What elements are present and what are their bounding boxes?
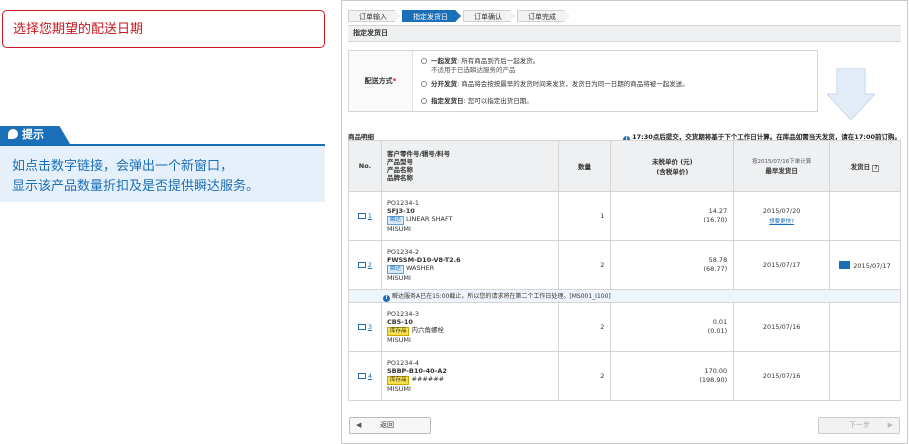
row-number-link[interactable]: 3 (348, 302, 382, 352)
stock-badge: 库存品 (386, 327, 410, 336)
ship-date-cell[interactable] (829, 351, 901, 401)
tip-icon (8, 129, 18, 139)
price-cell: 14.27 (16.70) (610, 191, 735, 241)
option-ship-together[interactable]: 一起发货: 所有商品到齐后一起发货。 不适用于已选瞬达服务的产品 (421, 57, 539, 75)
header-ship-date: 发货日 ? (829, 140, 901, 192)
qty-cell: 2 (557, 240, 612, 290)
step-order-complete: 订单完成 (517, 10, 569, 22)
tip-label: 提示 (22, 128, 44, 141)
new-window-icon (357, 262, 366, 268)
notice-text: i 瞬达服务A已在15:00截止，所以您的请求将在第二个工作日处理。[MS001_… (348, 289, 901, 303)
right-arrow-icon: ▶ (887, 421, 893, 429)
table-row: 4 PO1234-4 SBBP-B10-40-A2 库存品 ###### MISU… (348, 351, 901, 401)
next-button[interactable]: 下一步 ▶ (818, 417, 900, 434)
row-number-link[interactable]: 2 (348, 240, 382, 290)
tip-line-1: 如点击数字链接，会弹出一个新窗口， (12, 159, 234, 174)
option-sub-note: 不适用于已选瞬达服务的产品 (431, 66, 516, 74)
ship-date-cell[interactable] (829, 302, 901, 352)
header-earliest: 按2015/07/16下单计算 最早发货日 (733, 140, 831, 192)
qty-cell: 2 (557, 302, 612, 352)
table-header-bar: 商品明细 i 17:30点后提交，交货期将基于下个工作日计算。在库品如需当天发货，… (348, 131, 901, 143)
row-number-link[interactable]: 1 (348, 191, 382, 241)
shipping-method-box: 配送方式* 一起发货: 所有商品到齐后一起发货。 不适用于已选瞬达服务的产品 分… (348, 50, 818, 112)
tip-tab: 提示 (0, 126, 70, 144)
radio-icon[interactable] (421, 58, 427, 64)
back-button[interactable]: ◀ 返回 (349, 417, 431, 434)
down-arrow-icon (827, 68, 875, 120)
new-window-icon (357, 373, 366, 379)
header-no: No. (348, 140, 382, 192)
express-badge: 瞬达 (386, 216, 404, 225)
radio-icon[interactable] (421, 98, 427, 104)
product-cell: PO1234-4 SBBP-B10-40-A2 库存品 ###### MISUMI (380, 351, 559, 401)
product-cell: PO1234-1 SFJ3-10 瞬达 LINEAR SHAFT MISUMI (380, 191, 559, 241)
qty-cell: 1 (557, 191, 612, 241)
express-badge: 瞬达 (386, 265, 404, 274)
table-row: 3 PO1234-3 CB5-10 库存品 内六角螺栓 MISUMI 2 0.01… (348, 302, 901, 352)
header-qty: 数量 (557, 140, 612, 192)
earliest-date-cell: 2015/07/16 (733, 351, 831, 401)
new-window-icon (357, 213, 366, 219)
step-order-input: 订单输入 (348, 10, 400, 22)
new-window-icon (357, 324, 366, 330)
stock-badge: 库存品 (386, 376, 410, 385)
help-icon[interactable]: ? (872, 164, 880, 172)
price-cell: 170.00 (198.90) (610, 351, 735, 401)
info-icon: i (383, 294, 390, 302)
row-number-link[interactable]: 4 (348, 351, 382, 401)
step-indicator: 订单输入 指定发货日 订单确认 订单完成 (348, 10, 571, 22)
tip-box: 如点击数字链接，会弹出一个新窗口， 显示该产品数量折扣及是否提供瞬达服务。 (0, 144, 325, 202)
notice-row: i 瞬达服务A已在15:00截止，所以您的请求将在第二个工作日处理。[MS001_… (348, 289, 901, 303)
calendar-icon[interactable] (839, 260, 851, 269)
faster-link[interactable]: 想要更快? (734, 217, 829, 225)
earliest-date-cell: 2015/07/20 想要更快? (733, 191, 831, 241)
option-ship-separately[interactable]: 分开发货: 商品将会按按最早的发货时间来发货，发货日为同一日期的商品将被一起发送… (421, 80, 689, 89)
step-order-confirm: 订单确认 (463, 10, 515, 22)
table-row: 1 PO1234-1 SFJ3-10 瞬达 LINEAR SHAFT MISUMI… (348, 191, 901, 241)
items-table: No. 客户零件号/辑号/料号 产品型号 产品名称 品牌名称 数量 未税单价 (… (348, 140, 901, 401)
table-row: 2 PO1234-2 FWSSM-D10-V8-T2.6 瞬达 WASHER MI… (348, 240, 901, 290)
qty-cell: 2 (557, 351, 612, 401)
section-title: 指定发货日 (348, 25, 901, 42)
tip-line-2: 显示该产品数量折扣及是否提供瞬达服务。 (12, 179, 260, 194)
callout-box: 选择您期望的配送日期 (2, 10, 325, 48)
earliest-date-cell: 2015/07/16 (733, 302, 831, 352)
ship-date-cell[interactable] (829, 191, 901, 241)
product-cell: PO1234-3 CB5-10 库存品 内六角螺栓 MISUMI (380, 302, 559, 352)
header-price: 未税单价 (元) (含税单价) (610, 140, 735, 192)
order-panel: 订单输入 指定发货日 订单确认 订单完成 指定发货日 配送方式* 一起发货: 所… (341, 0, 908, 444)
shipping-method-label: 配送方式* (349, 51, 413, 111)
left-arrow-icon: ◀ (356, 421, 362, 429)
option-specify-date[interactable]: 指定发货日: 您可以指定出货日期。 (421, 97, 533, 106)
earliest-date-cell: 2015/07/17 (733, 240, 831, 290)
price-cell: 0.01 (0.01) (610, 302, 735, 352)
price-cell: 58.78 (68.77) (610, 240, 735, 290)
product-cell: PO1234-2 FWSSM-D10-V8-T2.6 瞬达 WASHER MISU… (380, 240, 559, 290)
ship-date-cell[interactable]: 2015/07/17 (829, 240, 901, 290)
step-ship-date: 指定发货日 (402, 10, 461, 22)
header-product: 客户零件号/辑号/料号 产品型号 产品名称 品牌名称 (380, 140, 559, 192)
table-header-row: No. 客户零件号/辑号/料号 产品型号 产品名称 品牌名称 数量 未税单价 (… (348, 140, 901, 192)
radio-icon[interactable] (421, 81, 427, 87)
